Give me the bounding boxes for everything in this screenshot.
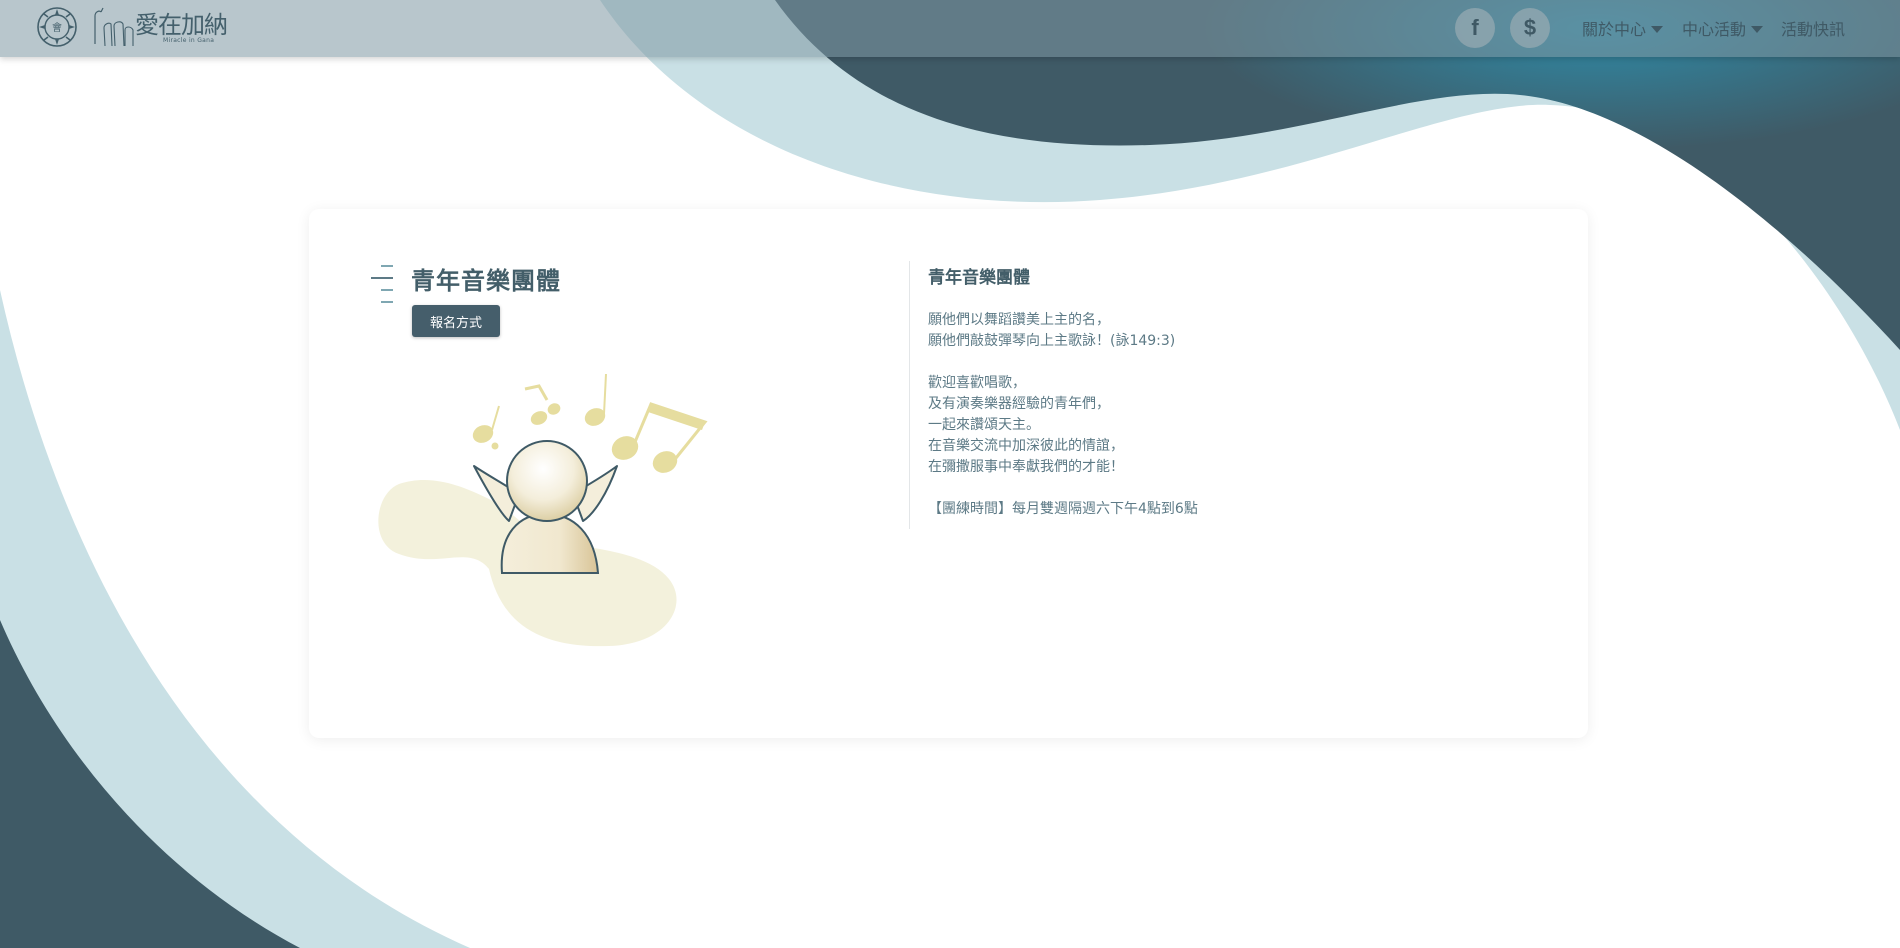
group-description: 青年音樂團體 願他們以舞蹈讚美上主的名， 願他們敲鼓彈琴向上主歌詠！(詠149:…: [928, 263, 1528, 520]
body-line: 一起來讚頌天主。: [928, 417, 1040, 433]
verse-line: 願他們敲鼓彈琴向上主歌詠！(詠149:3): [928, 333, 1176, 349]
nav-center-activities[interactable]: 中心活動: [1682, 16, 1764, 40]
chevron-down-icon: [1751, 25, 1764, 33]
title-decoration-lines: [371, 265, 397, 313]
verse-line: 願他們以舞蹈讚美上主的名，: [928, 312, 1110, 328]
description-title: 青年音樂團體: [928, 268, 1030, 288]
facebook-button[interactable]: f: [1455, 8, 1495, 48]
nav-about-label: 關於中心: [1582, 20, 1647, 39]
group-info-card: 青年音樂團體 報名方式 青年音樂團體 願他們以舞蹈讚美上主的名， 願他們敲鼓彈琴…: [309, 209, 1588, 738]
practice-schedule: 【團練時間】每月雙週隔週六下午4點到6點: [928, 501, 1198, 517]
nav-news-label: 活動快訊: [1781, 20, 1846, 39]
nav-activity-news[interactable]: 活動快訊: [1781, 16, 1845, 40]
vertical-divider: [909, 261, 910, 529]
emblem-char: 會: [52, 21, 62, 34]
jars-illustration-logo[interactable]: [91, 6, 135, 48]
logo-subtitle: Miracle in Gana: [163, 37, 215, 44]
body-line: 在彌撒服事中奉獻我們的才能！: [928, 459, 1124, 475]
body-line: 及有演奏樂器經驗的青年們，: [928, 396, 1110, 412]
logo-title[interactable]: 愛在加納: [135, 12, 228, 38]
page-title: 青年音樂團體: [411, 267, 561, 295]
nav-about-center[interactable]: 關於中心: [1582, 16, 1664, 40]
registration-button[interactable]: 報名方式: [412, 305, 500, 337]
top-navbar: 會 愛在加納 Miracle in Gana f $ 關於中心 中心活動 活動快…: [0, 0, 1900, 57]
facebook-icon: f: [1471, 15, 1479, 40]
chevron-down-icon: [1651, 25, 1664, 33]
dollar-icon: $: [1523, 15, 1537, 40]
singing-person-illustration: [378, 374, 708, 647]
body-line: 歡迎喜歡唱歌，: [928, 375, 1026, 391]
nav-activities-label: 中心活動: [1682, 20, 1747, 39]
body-line: 在音樂交流中加深彼此的情誼，: [928, 438, 1124, 454]
church-emblem-logo[interactable]: 會: [36, 6, 78, 48]
donate-button[interactable]: $: [1510, 8, 1550, 48]
